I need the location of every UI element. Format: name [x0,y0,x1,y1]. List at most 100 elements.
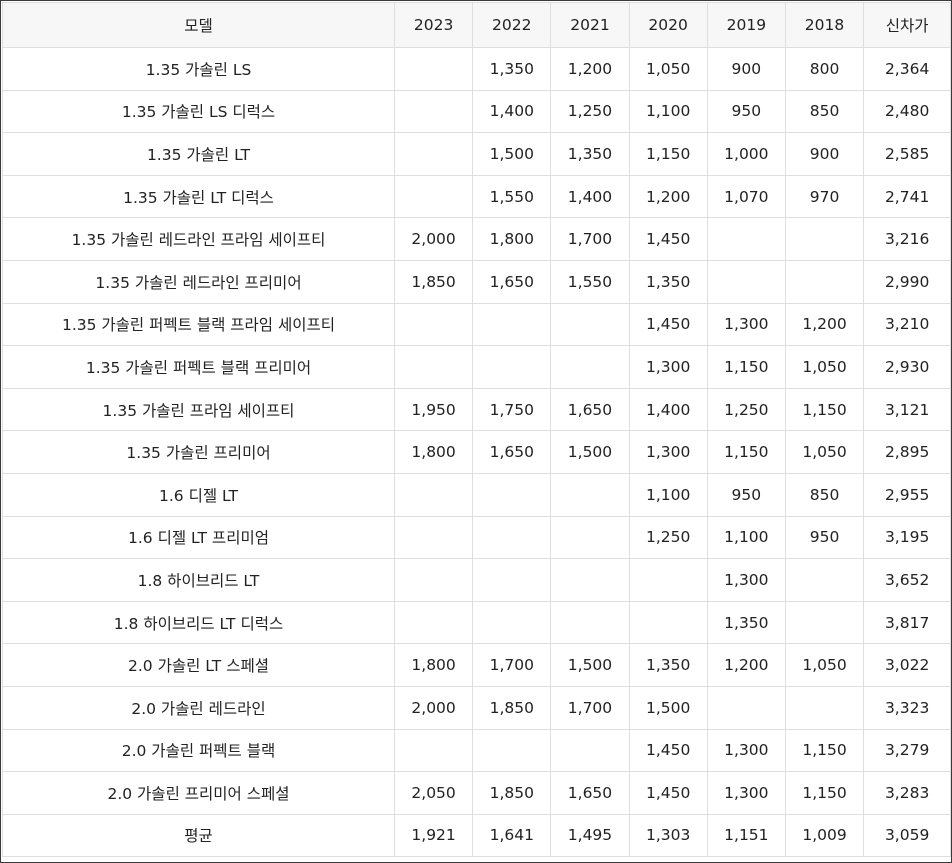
y2022-cell [472,728,552,773]
y2020-cell: 1,100 [628,89,708,134]
y2022-cell: 1,641 [472,813,552,858]
y2022-cell [472,600,552,645]
y2022-cell [472,515,552,560]
y2023-cell: 2,000 [393,217,474,261]
table-row: 1.35 가솔린 퍼펙트 블랙 프리미어 1,300 1,150 1,050 2,930 [2,345,952,389]
y2019-cell: 1,200 [706,643,786,687]
table-body: 1.35 가솔린 LS 1,350 1,200 1,050 900 800 2,364 1.3… [2,47,952,858]
y2020-cell: 1,450 [628,302,708,347]
header-2020: 2020 [628,2,708,48]
y2018-cell [784,217,865,261]
table-row: 2.0 가솔린 프리미어 스페셜 2,050 1,850 1,650 1,450 1,30… [2,771,952,815]
table-row: 1.35 가솔린 퍼펙트 블랙 프라임 세이프티 1,450 1,300 1,200 3… [2,302,952,347]
new-price-cell: 3,210 [863,302,952,347]
y2021-cell: 1,200 [550,47,630,91]
y2023-cell: 1,850 [393,259,474,304]
y2019-cell: 1,150 [706,345,786,389]
table-row: 1.35 가솔린 레드라인 프리미어 1,850 1,650 1,550 1,350 2,… [2,259,952,304]
y2023-cell: 1,800 [393,430,474,474]
y2022-cell: 1,650 [472,430,552,474]
y2020-cell: 1,050 [628,47,708,91]
new-price-cell: 3,817 [863,600,952,645]
y2020-cell: 1,400 [628,387,708,432]
y2019-cell: 1,000 [706,132,786,176]
header-2023: 2023 [393,2,474,48]
y2021-cell: 1,350 [550,132,630,176]
model-cell: 1.35 가솔린 레드라인 프라임 세이프티 [2,217,395,261]
table-row: 1.35 가솔린 LS 1,350 1,200 1,050 900 800 2,364 [2,47,952,91]
new-price-cell: 2,364 [863,47,952,91]
y2022-cell: 1,700 [472,643,552,687]
price-table: 모델 2023 2022 2021 2020 2019 2018 신차가 1.3… [2,2,952,858]
y2019-cell: 1,100 [706,515,786,560]
y2021-cell: 1,495 [550,813,630,858]
y2019-cell: 1,350 [706,600,786,645]
y2023-cell [393,345,474,389]
y2019-cell [706,217,786,261]
model-cell: 1.35 가솔린 LS 디럭스 [2,89,395,134]
model-cell: 1.35 가솔린 LS [2,47,395,91]
table-row: 1.6 디젤 LT 프리미엄 1,250 1,100 950 3,195 [2,515,952,560]
y2022-cell [472,345,552,389]
y2019-cell [706,685,786,730]
table-row: 1.6 디젤 LT 1,100 950 850 2,955 [2,472,952,517]
model-cell: 평균 [2,813,395,858]
y2021-cell [550,728,630,773]
table-row: 1.35 가솔린 LS 디럭스 1,400 1,250 1,100 950 850 2,48… [2,89,952,134]
y2021-cell [550,302,630,347]
y2022-cell: 1,800 [472,217,552,261]
model-cell: 1.8 하이브리드 LT [2,558,395,602]
y2019-cell: 1,250 [706,387,786,432]
y2020-cell: 1,300 [628,345,708,389]
y2021-cell: 1,700 [550,685,630,730]
y2018-cell [784,600,865,645]
model-cell: 1.6 디젤 LT [2,472,395,517]
y2020-cell: 1,500 [628,685,708,730]
y2019-cell: 950 [706,472,786,517]
model-cell: 2.0 가솔린 퍼펙트 블랙 [2,728,395,773]
y2019-cell: 1,300 [706,728,786,773]
model-cell: 1.35 가솔린 퍼펙트 블랙 프라임 세이프티 [2,302,395,347]
new-price-cell: 2,585 [863,132,952,176]
y2022-cell: 1,400 [472,89,552,134]
y2018-cell: 1,150 [784,771,865,815]
y2023-cell [393,472,474,517]
table-row: 2.0 가솔린 레드라인 2,000 1,850 1,700 1,500 3,323 [2,685,952,730]
y2023-cell [393,515,474,560]
model-cell: 2.0 가솔린 LT 스페셜 [2,643,395,687]
y2020-cell: 1,350 [628,643,708,687]
table-row: 1.35 가솔린 LT 디럭스 1,550 1,400 1,200 1,070 970 2,… [2,174,952,219]
y2018-cell [784,558,865,602]
y2018-cell: 1,050 [784,430,865,474]
model-cell: 1.8 하이브리드 LT 디럭스 [2,600,395,645]
y2023-cell [393,600,474,645]
model-cell: 1.35 가솔린 레드라인 프리미어 [2,259,395,304]
y2021-cell: 1,550 [550,259,630,304]
header-2018: 2018 [784,2,865,48]
table-frame: 모델 2023 2022 2021 2020 2019 2018 신차가 1.3… [0,0,952,863]
average-row: 평균 1,921 1,641 1,495 1,303 1,151 1,009 3,059 [2,813,952,858]
y2020-cell: 1,450 [628,771,708,815]
table-row: 1.35 가솔린 레드라인 프라임 세이프티 2,000 1,800 1,700 1,4… [2,217,952,261]
new-price-cell: 2,480 [863,89,952,134]
table-row: 1.35 가솔린 프리미어 1,800 1,650 1,500 1,300 1,150 1,… [2,430,952,474]
y2020-cell: 1,300 [628,430,708,474]
y2018-cell: 1,050 [784,345,865,389]
y2021-cell: 1,500 [550,643,630,687]
new-price-cell: 3,195 [863,515,952,560]
y2018-cell [784,259,865,304]
y2021-cell [550,345,630,389]
y2021-cell: 1,500 [550,430,630,474]
y2021-cell: 1,650 [550,387,630,432]
table-row: 2.0 가솔린 퍼펙트 블랙 1,450 1,300 1,150 3,279 [2,728,952,773]
new-price-cell: 3,216 [863,217,952,261]
y2019-cell: 1,300 [706,558,786,602]
new-price-cell: 2,741 [863,174,952,219]
y2019-cell: 1,300 [706,771,786,815]
new-price-cell: 3,283 [863,771,952,815]
y2021-cell [550,515,630,560]
table-row: 1.35 가솔린 LT 1,500 1,350 1,150 1,000 900 2,585 [2,132,952,176]
header-2021: 2021 [550,2,630,48]
table-row: 1.35 가솔린 프라임 세이프티 1,950 1,750 1,650 1,400 1,2… [2,387,952,432]
y2019-cell: 1,151 [706,813,786,858]
